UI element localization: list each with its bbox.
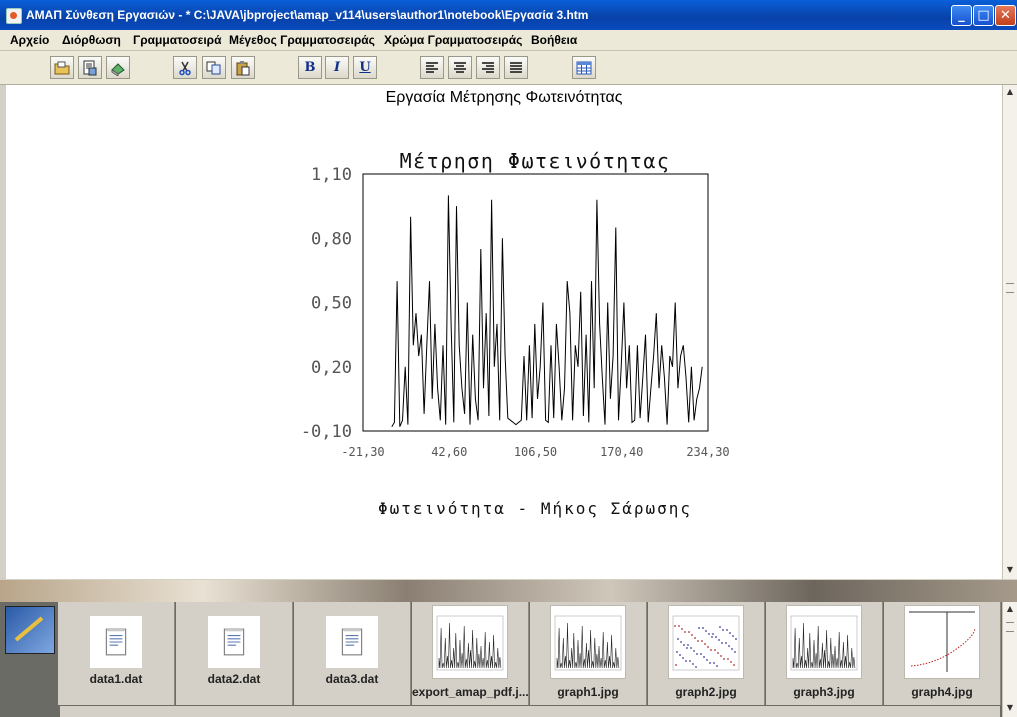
desktop-background-strip	[0, 580, 1017, 602]
book-icon	[111, 62, 125, 76]
align-left-button[interactable]	[420, 56, 444, 79]
menu-font-color[interactable]: Χρώμα Γραμματοσειράς	[384, 33, 522, 47]
image-preview	[786, 605, 862, 679]
thumbnail-second-row	[60, 706, 1000, 717]
menu-bar: Αρχείο Διόρθωση Γραμματοσειρά Μέγεθος Γρ…	[0, 30, 1017, 51]
thumbnail-graph1-jpg[interactable]: graph1.jpg	[530, 602, 647, 705]
text-file-icon	[208, 616, 260, 668]
copy-button[interactable]	[202, 56, 226, 79]
italic-button[interactable]: I	[325, 56, 349, 79]
brightness-series-line	[391, 195, 703, 427]
underline-icon: U	[359, 60, 371, 75]
x-tick-label: 170,40	[600, 445, 643, 459]
align-center-button[interactable]	[448, 56, 472, 79]
thumbnail-graph2-jpg[interactable]: graph2.jpg	[648, 602, 765, 705]
image-preview	[432, 605, 508, 679]
x-tick-label: -21,30	[341, 445, 384, 459]
align-right-icon	[482, 61, 494, 73]
thumb-scroll-thumb[interactable]	[1006, 622, 1014, 632]
menu-font[interactable]: Γραμματοσειρά	[133, 33, 221, 47]
thumbnail-label: graph3.jpg	[793, 685, 855, 699]
toolbar: B I U	[0, 51, 1017, 85]
window-title: ΑΜΑΠ Σύνθεση Εργασιών - * C:\JAVA\jbproj…	[26, 8, 589, 22]
table-icon	[576, 61, 592, 74]
chart-title: Μέτρηση Φωτεινότητας	[400, 149, 671, 173]
paste-button[interactable]	[231, 56, 255, 79]
thumbnail-data3-dat[interactable]: data3.dat	[294, 602, 411, 705]
print-button[interactable]	[106, 56, 130, 79]
y-tick-label: 0,80	[311, 229, 352, 249]
underline-button[interactable]: U	[353, 56, 377, 79]
thumbnail-label: data2.dat	[207, 672, 261, 686]
align-left-icon	[426, 61, 438, 73]
scroll-down-icon[interactable]: ▼	[1004, 563, 1016, 577]
thumb-scroll-up-icon[interactable]: ▲	[1004, 602, 1016, 616]
x-tick-label: 234,30	[686, 445, 729, 459]
thumbnail-label: graph1.jpg	[557, 685, 619, 699]
save-button[interactable]	[78, 56, 102, 79]
y-tick-label: 1,10	[311, 165, 352, 185]
paste-clipboard-icon	[236, 60, 250, 75]
thumbnail-scrollbar[interactable]: ▲ ▼	[1002, 602, 1017, 717]
italic-icon: I	[333, 60, 341, 75]
thumbnail-data2-dat[interactable]: data2.dat	[176, 602, 293, 705]
menu-help[interactable]: Βοήθεια	[531, 33, 577, 47]
text-file-icon	[326, 616, 378, 668]
y-tick-label: 0,20	[311, 358, 352, 378]
thumb-scroll-down-icon[interactable]: ▼	[1004, 701, 1016, 715]
open-button[interactable]	[50, 56, 74, 79]
notebook-app-icon[interactable]	[5, 606, 55, 654]
thumbnail-label: data3.dat	[325, 672, 379, 686]
minimize-button[interactable]: _	[951, 5, 972, 26]
y-tick-label: 0,50	[311, 294, 352, 314]
menu-file[interactable]: Αρχείο	[10, 33, 49, 47]
thumbnail-label: graph2.jpg	[675, 685, 737, 699]
scroll-thumb[interactable]	[1006, 283, 1014, 293]
maximize-button[interactable]: □	[973, 5, 994, 26]
y-tick-label: -0,10	[301, 422, 352, 442]
title-bar: ΑΜΑΠ Σύνθεση Εργασιών - * C:\JAVA\jbproj…	[0, 0, 1017, 30]
bold-icon: B	[304, 60, 316, 75]
thumbnail-label: data1.dat	[89, 672, 143, 686]
document-editor[interactable]: Εργασία Μέτρησης Φωτεινότητας Μέτρηση Φω…	[6, 85, 1002, 579]
java-app-icon	[6, 8, 22, 24]
brightness-line-chart: Μέτρηση Φωτεινότητας Φωτεινότητα - Μήκος…	[301, 149, 730, 518]
plot-area	[362, 173, 709, 432]
thumbnail-label: graph4.jpg	[911, 685, 973, 699]
menu-edit[interactable]: Διόρθωση	[62, 33, 121, 47]
bold-button[interactable]: B	[298, 56, 322, 79]
text-file-icon	[90, 616, 142, 668]
align-right-button[interactable]	[476, 56, 500, 79]
save-document-icon	[83, 60, 97, 75]
scissors-icon	[179, 61, 191, 75]
thumbnail-graph3-jpg[interactable]: graph3.jpg	[766, 602, 883, 705]
close-button[interactable]: ✕	[995, 5, 1016, 26]
cut-button[interactable]	[173, 56, 197, 79]
menu-font-size[interactable]: Μέγεθος Γραμματοσειράς	[229, 33, 375, 47]
x-tick-label: 106,50	[514, 445, 557, 459]
document-scrollbar[interactable]: ▲ ▼	[1002, 85, 1017, 579]
file-thumbnail-panel: data1.dat data2.dat data3.dat export_amap_p…	[0, 602, 1017, 717]
scroll-up-icon[interactable]: ▲	[1004, 85, 1016, 99]
image-preview	[904, 605, 980, 679]
thumbnail-label: export_amap_pdf.j...	[412, 685, 528, 699]
justify-button[interactable]	[504, 56, 528, 79]
thumbnail-graph4-jpg[interactable]: graph4.jpg	[884, 602, 1001, 705]
copy-icon	[206, 61, 221, 74]
x-tick-label: 42,60	[431, 445, 467, 459]
x-axis-label: Φωτεινότητα - Μήκος Σάρωσης	[378, 499, 692, 518]
thumbnail-export-amap-pdf-j[interactable]: export_amap_pdf.j...	[412, 602, 529, 705]
image-preview	[550, 605, 626, 679]
insert-table-button[interactable]	[572, 56, 596, 79]
open-folder-icon	[54, 61, 70, 74]
thumbnail-data1-dat[interactable]: data1.dat	[58, 602, 175, 705]
align-justify-icon	[510, 61, 522, 73]
align-center-icon	[454, 61, 466, 73]
image-preview	[668, 605, 744, 679]
